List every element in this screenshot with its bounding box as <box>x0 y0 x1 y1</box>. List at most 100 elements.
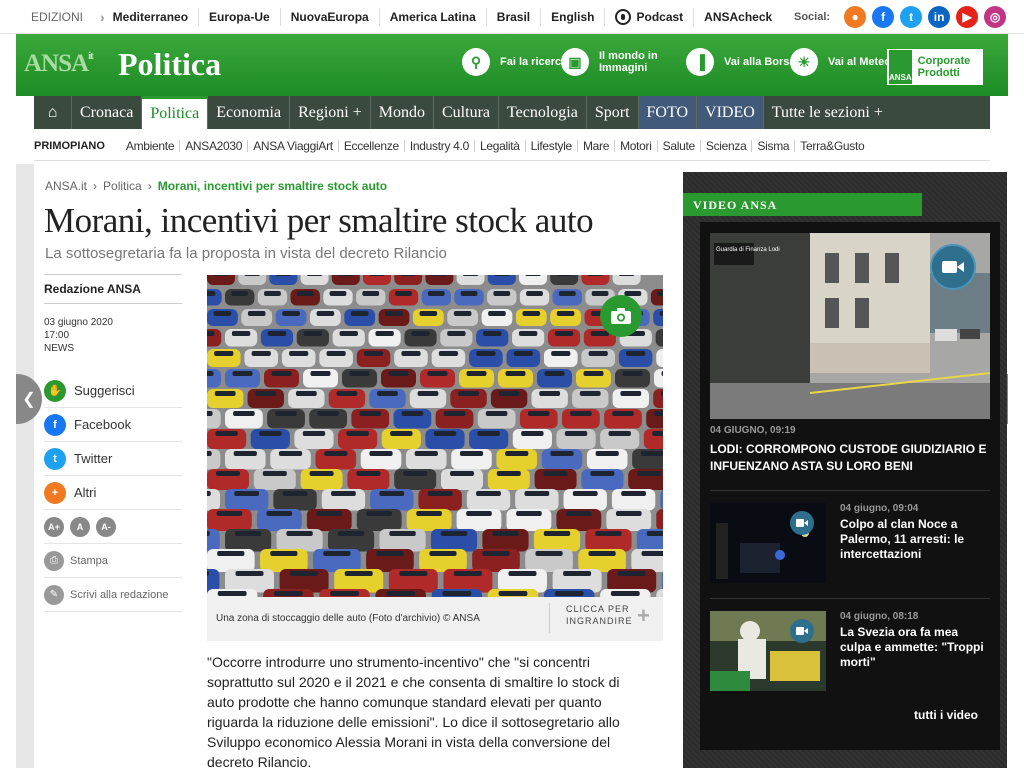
car-window <box>460 291 478 296</box>
car-window <box>207 451 212 456</box>
font-reset-button[interactable]: A <box>70 516 90 537</box>
video-list-item[interactable]: 04 giugno, 08:18 La Svezia ora fa mea cu… <box>710 611 990 693</box>
car-window <box>385 311 403 316</box>
article-photo[interactable] <box>207 275 663 597</box>
nav-item-cronaca[interactable]: Cronaca <box>72 96 143 129</box>
subnav-item[interactable]: Lifestyle <box>526 139 578 152</box>
search-button[interactable]: ⚲ Fai la ricerca <box>462 48 575 76</box>
video-title: Colpo al clan Noce a Palermo, 11 arresti… <box>840 517 965 561</box>
edition-link-english[interactable]: English <box>541 8 606 26</box>
enlarge-button[interactable]: CLICCA PER INGRANDIRE <box>549 603 636 633</box>
font-increase-button[interactable]: A+ <box>44 516 64 537</box>
home-icon[interactable]: ⌂ <box>34 96 72 129</box>
nav-item-all-sections[interactable]: Tutte le sezioni + <box>764 96 891 129</box>
car-window <box>453 311 472 316</box>
nav-item-cultura[interactable]: Cultura <box>434 96 499 129</box>
plus-icon[interactable]: + <box>637 603 650 629</box>
car-window <box>266 511 293 516</box>
twitter-share-button[interactable]: t Twitter <box>44 442 182 476</box>
car-window <box>416 511 442 516</box>
subnav-item[interactable]: Legalità <box>475 139 526 152</box>
car-window <box>564 431 588 436</box>
print-button[interactable]: ⎙ Stampa <box>44 544 182 578</box>
more-share-button[interactable]: + Altri <box>44 476 182 510</box>
gallery-button[interactable]: ▣ Il mondo in Immagini <box>561 48 674 76</box>
car-window <box>427 491 453 496</box>
facebook-share-button[interactable]: f Facebook <box>44 408 182 442</box>
car-window <box>558 291 576 296</box>
write-editor-button[interactable]: ✎ Scrivi alla redazione <box>44 578 182 612</box>
all-videos-link[interactable]: tutti i video <box>914 708 978 722</box>
video-list-item[interactable]: 04 giugno, 09:04 Colpo al clan Noce a Pa… <box>710 503 990 585</box>
video-camera-icon[interactable] <box>930 244 976 290</box>
car-window <box>572 491 598 496</box>
weather-icon: ☀ <box>790 48 818 76</box>
subnav-item[interactable]: Ambiente <box>121 139 181 152</box>
breadcrumb-home[interactable]: ANSA.it <box>45 179 87 193</box>
font-decrease-button[interactable]: A- <box>96 516 116 537</box>
car-window <box>275 411 297 416</box>
subnav-item[interactable]: Salute <box>658 139 701 152</box>
car-window <box>654 411 663 416</box>
car-window <box>526 291 543 296</box>
subnav-item[interactable]: Eccellenze <box>339 139 405 152</box>
main-video-title[interactable]: LODI: CORROMPONO CUSTODE GIUDIZIARIO E I… <box>710 441 990 475</box>
car-window <box>583 371 604 376</box>
car-window <box>590 471 615 476</box>
subnav-item[interactable]: ANSA2030 <box>180 139 249 152</box>
nav-item-tecnologia[interactable]: Tecnologia <box>499 96 587 129</box>
instagram-icon[interactable]: ◎ <box>984 6 1007 28</box>
main-nav: ⌂ Cronaca Politica Economia Regioni + Mo… <box>34 96 990 129</box>
editions-links: › Mediterraneo Europa-Ue NuovaEuropa Amer… <box>90 0 782 34</box>
facebook-icon[interactable]: f <box>872 6 895 28</box>
nav-item-foto[interactable]: FOTO <box>638 96 698 129</box>
breadcrumb-current: Morani, incentivi per smaltire stock aut… <box>157 179 388 193</box>
car-shape <box>456 275 485 285</box>
car-shape <box>425 275 454 285</box>
subnav-item[interactable]: Motori <box>615 139 658 152</box>
subnav-item[interactable]: Terra&Gusto <box>795 140 869 152</box>
nav-item-regioni[interactable]: Regioni + <box>290 96 371 129</box>
car-window <box>485 411 508 416</box>
video-tab[interactable]: VIDEO ANSA <box>683 193 922 216</box>
ansa-logo[interactable]: ANSAit <box>24 50 94 78</box>
linkedin-icon[interactable]: in <box>928 6 951 28</box>
prev-article-arrow[interactable]: ❮ <box>16 374 42 424</box>
rss-icon[interactable]: ● <box>844 6 867 28</box>
twitter-icon[interactable]: t <box>900 6 923 28</box>
stock-market-button[interactable]: ▐ Vai alla Borsa <box>686 48 799 76</box>
edition-link-america-latina[interactable]: America Latina <box>380 8 487 26</box>
subnav-item[interactable]: ANSA ViaggiArt <box>248 139 339 152</box>
nav-item-sport[interactable]: Sport <box>587 96 639 129</box>
search-icon: ⚲ <box>462 48 490 76</box>
edition-link-nuovaeuropa[interactable]: NuovaEuropa <box>281 8 380 26</box>
ansacheck-link[interactable]: ANSAcheck <box>694 8 782 26</box>
car-window <box>356 471 381 476</box>
car-window <box>213 311 232 316</box>
subnav-item[interactable]: Scienza <box>701 139 753 152</box>
subnav-item[interactable]: Industry 4.0 <box>405 139 475 152</box>
suggest-button[interactable]: ✋ Suggerisci <box>44 374 182 408</box>
edition-link-europa-ue[interactable]: Europa-Ue <box>199 8 281 26</box>
car-window <box>477 431 500 436</box>
edition-link-brasil[interactable]: Brasil <box>487 8 542 26</box>
car-window <box>433 431 457 436</box>
youtube-icon[interactable]: ▶ <box>956 6 979 28</box>
podcast-link[interactable]: Podcast <box>605 8 695 26</box>
breadcrumb-section[interactable]: Politica <box>103 179 142 193</box>
car-window <box>618 275 635 276</box>
nav-item-mondo[interactable]: Mondo <box>371 96 434 129</box>
car-window <box>207 331 215 336</box>
edition-link-mediterraneo[interactable]: › Mediterraneo <box>90 8 200 26</box>
nav-item-economia[interactable]: Economia <box>208 96 291 129</box>
car-shape <box>300 275 329 285</box>
camera-icon[interactable] <box>600 295 642 337</box>
car-window <box>525 275 541 276</box>
nav-item-video[interactable]: VIDEO <box>697 96 764 129</box>
nav-item-politica[interactable]: Politica <box>142 96 209 129</box>
article-author: Redazione ANSA <box>44 282 182 304</box>
subnav-item[interactable]: Sisma <box>752 139 796 152</box>
corporate-button[interactable]: ANSA Corporate Prodotti <box>887 49 983 85</box>
subnav-item[interactable]: Mare <box>578 139 616 152</box>
car-window <box>646 531 663 536</box>
